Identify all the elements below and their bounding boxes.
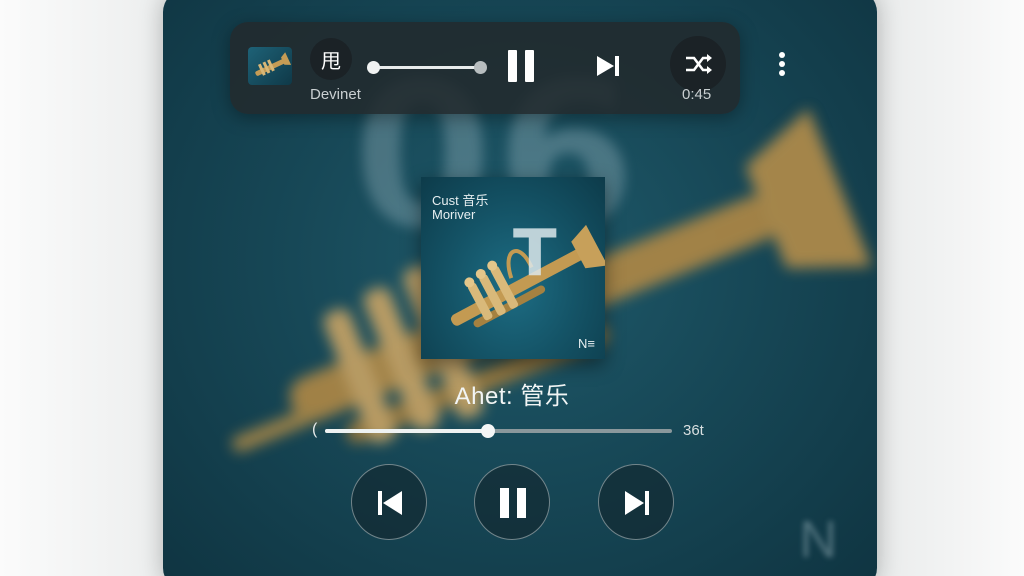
album-caption-line2: Moriver <box>432 207 476 222</box>
mini-progress-track[interactable] <box>367 61 487 74</box>
mini-progress-end-knob[interactable] <box>474 61 487 74</box>
pause-icon <box>500 488 526 518</box>
play-pause-button[interactable] <box>474 464 550 540</box>
album-big-letter: T <box>513 217 557 291</box>
skip-previous-icon <box>378 491 402 515</box>
background-corner-text: N <box>799 511 837 569</box>
skip-next-icon[interactable] <box>594 54 622 78</box>
progress-knob[interactable] <box>481 424 496 438</box>
pause-icon[interactable] <box>508 50 534 82</box>
right-margin <box>874 0 1024 576</box>
track-title: Ahet: 管乐 <box>454 383 570 410</box>
shuffle-icon[interactable] <box>670 36 726 92</box>
progress-start-label: ( <box>312 421 318 438</box>
mini-time-label: 0:45 <box>682 86 712 103</box>
mini-progress-start-knob[interactable] <box>367 61 380 74</box>
mini-artist-name: Devinet <box>310 86 361 103</box>
album-corner-mark: N≡ <box>578 336 595 351</box>
progress-fill <box>325 429 489 433</box>
mini-glyph-button[interactable]: 甩 <box>310 38 352 80</box>
mini-progress-fill <box>373 66 481 69</box>
progress-track[interactable] <box>325 424 672 438</box>
mini-player-bar: 甩 Devinet 0:45 <box>230 22 740 114</box>
next-button[interactable] <box>598 464 674 540</box>
left-margin <box>0 0 166 576</box>
progress-end-label: 36t <box>683 422 704 439</box>
album-art: Cust 音乐 Moriver T N≡ <box>421 177 605 359</box>
skip-next-icon <box>625 491 649 515</box>
album-thumbnail-icon[interactable] <box>248 47 292 85</box>
previous-button[interactable] <box>351 464 427 540</box>
more-vert-icon[interactable] <box>776 52 788 80</box>
